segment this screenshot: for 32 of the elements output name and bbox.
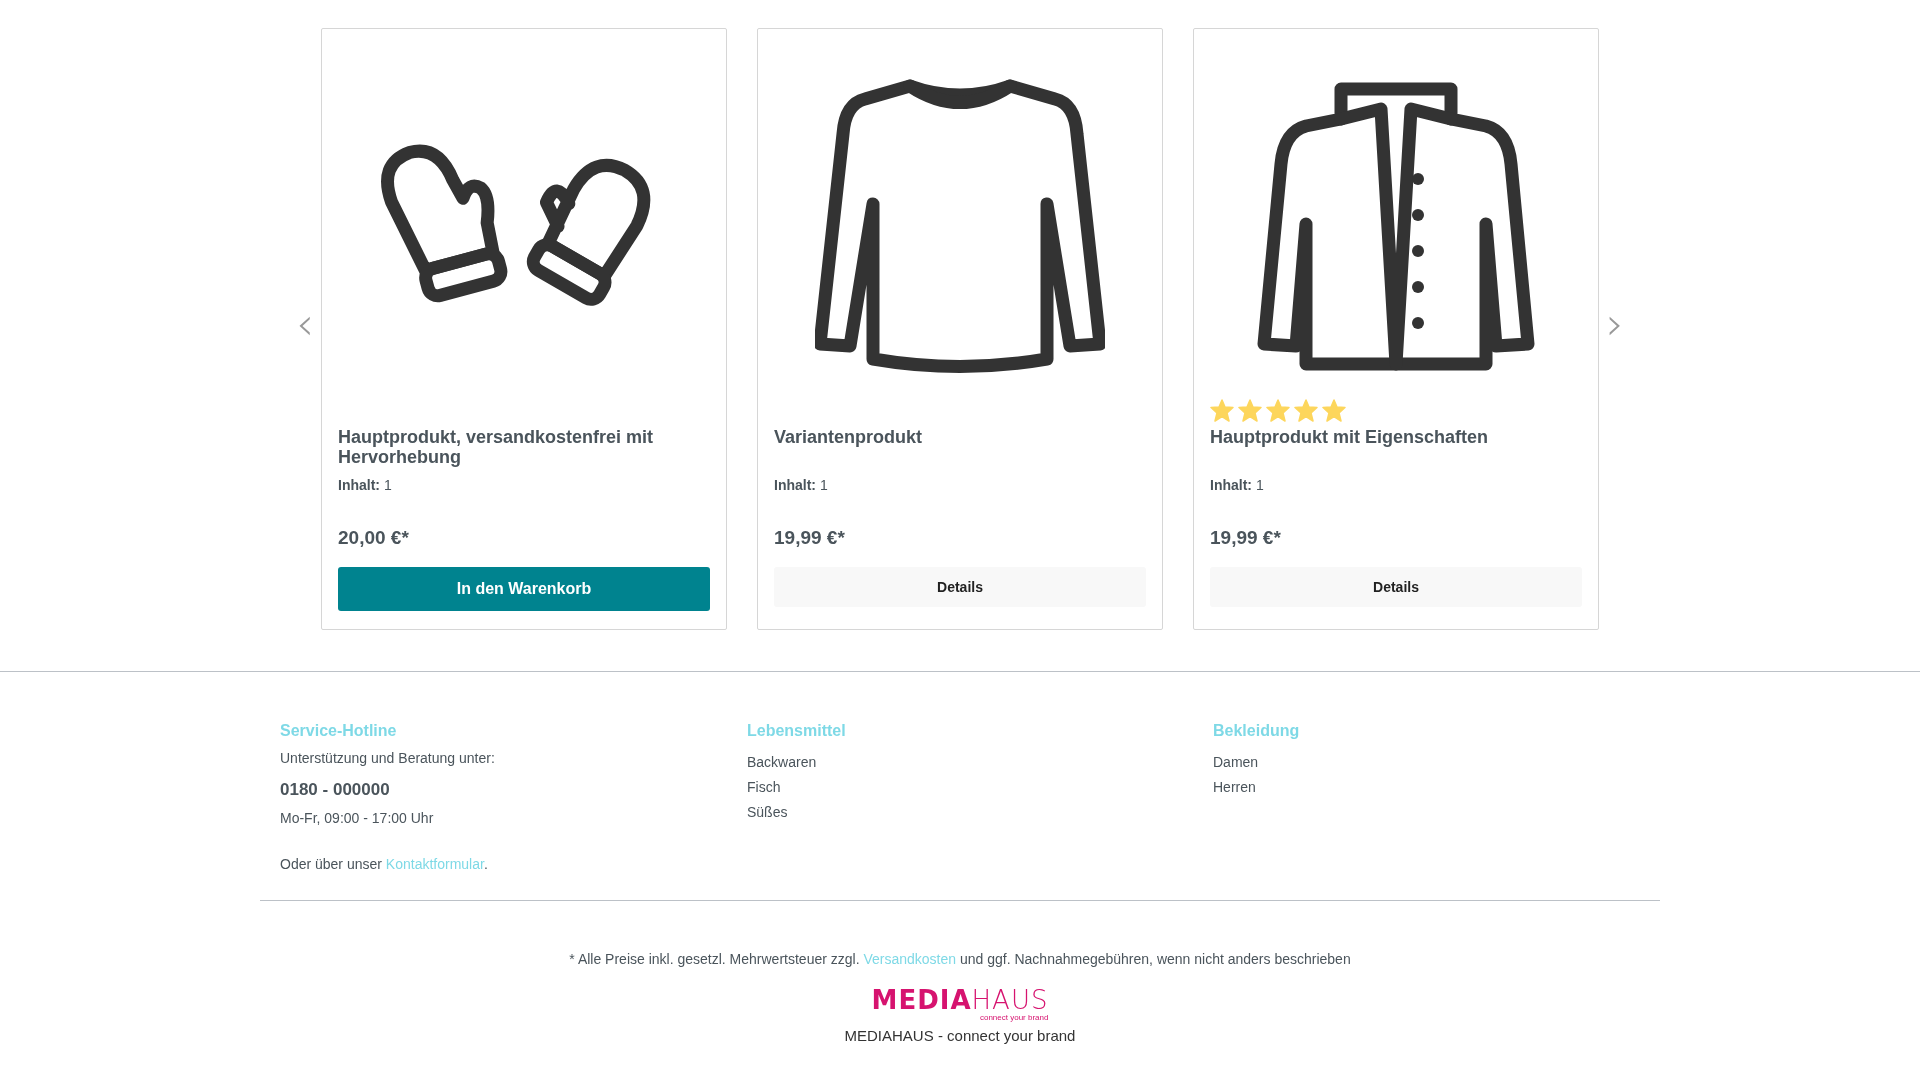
product-price: 19,99 €* (1210, 527, 1282, 549)
phone-number: 0180 - 000000 (280, 780, 390, 800)
product-title[interactable]: Variantenprodukt (774, 427, 1146, 467)
product-title[interactable]: Hauptprodukt mit Eigenschaften (1210, 427, 1582, 467)
star-icon (1294, 398, 1318, 422)
footer-text: Mo-Fr, 09:00 - 17:00 Uhr (280, 810, 434, 826)
footer-text: Unterstützung und Beratung unter: (280, 750, 495, 766)
price-note: * Alle Preise inkl. gesetzl. Mehrwertsteuer zzgl. Versandkosten und ggf. Nachnahmegebühren, wenn nicht anders beschrieben (569, 951, 1351, 967)
footer-link[interactable]: Süßes (747, 800, 788, 825)
product-content: Inhalt: 1 (1210, 477, 1265, 493)
star-icon (1238, 398, 1262, 422)
footer-heading: Lebensmittel (747, 722, 846, 740)
product-price: 19,99 €* (774, 527, 846, 549)
footer-link[interactable]: Damen (1213, 750, 1259, 775)
product-content: Inhalt: 1 (338, 477, 393, 493)
logo-caption: MEDIAHAUS - connect your brand (844, 1027, 1076, 1044)
details-button[interactable]: Details (1210, 567, 1582, 607)
details-button[interactable]: Details (774, 567, 1146, 607)
footer-link[interactable]: Backwaren (747, 750, 817, 775)
brand-logo[interactable]: MEDIAHAUS connect your brand (871, 987, 1049, 1023)
star-icon (1210, 398, 1234, 422)
product-content: Inhalt: 1 (774, 477, 829, 493)
star-icon (1322, 398, 1346, 422)
footer-link[interactable]: Herren (1213, 775, 1256, 800)
add-to-cart-button[interactable]: In den Warenkorb (338, 567, 710, 611)
product-title[interactable]: Hauptprodukt, versandkostenfrei mit Hervorhebung (338, 427, 710, 467)
product-price: 20,00 €* (338, 527, 410, 549)
footer-heading: Bekleidung (1213, 722, 1300, 740)
star-icon (1266, 398, 1290, 422)
footer-link[interactable]: Fisch (747, 775, 781, 800)
footer-text: Oder über unser Kontaktformular. (280, 856, 488, 872)
footer-heading: Service-Hotline (280, 722, 397, 740)
